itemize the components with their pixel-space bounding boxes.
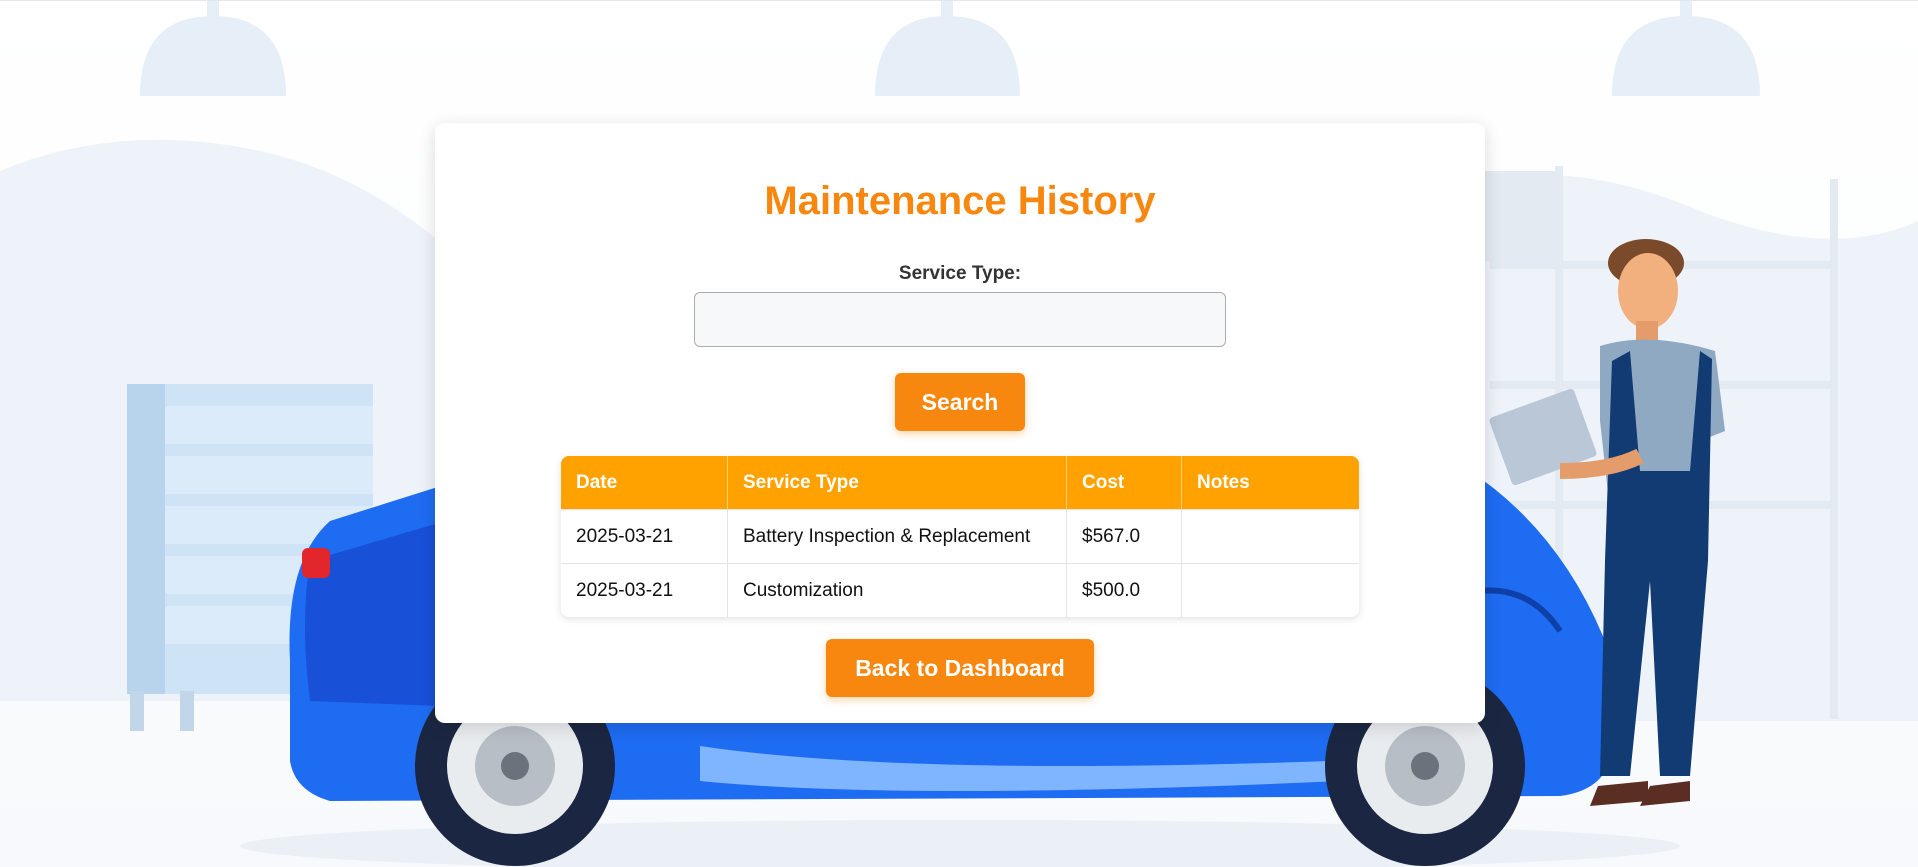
search-button[interactable]: Search: [895, 373, 1025, 431]
cell-date: 2025-03-21: [561, 509, 728, 564]
cell-service-type: Battery Inspection & Replacement: [727, 509, 1067, 564]
column-header-service-type: Service Type: [727, 456, 1067, 510]
cell-cost: $567.0: [1066, 509, 1182, 564]
column-header-notes: Notes: [1181, 456, 1359, 510]
table-header-row: Date Service Type Cost Notes: [561, 456, 1359, 510]
cell-service-type: Customization: [727, 563, 1067, 617]
cell-notes: [1181, 563, 1359, 617]
back-to-dashboard-button[interactable]: Back to Dashboard: [826, 639, 1094, 697]
service-type-input[interactable]: [694, 292, 1226, 347]
service-type-label: Service Type:: [898, 263, 1022, 284]
table-row: 2025-03-21 Customization $500.0: [561, 563, 1359, 617]
ceiling-lamps: [140, 1, 1760, 96]
page-title: Maintenance History: [764, 179, 1156, 223]
cell-date: 2025-03-21: [561, 563, 728, 617]
column-header-date: Date: [561, 456, 728, 510]
page-stage: Maintenance History Service Type: Search…: [0, 0, 1918, 867]
column-header-cost: Cost: [1066, 456, 1182, 510]
cell-notes: [1181, 509, 1359, 564]
maintenance-history-card: Maintenance History Service Type: Search…: [435, 123, 1485, 723]
cell-cost: $500.0: [1066, 563, 1182, 617]
maintenance-table: Date Service Type Cost Notes 2025-03-21 …: [561, 456, 1359, 617]
table-row: 2025-03-21 Battery Inspection & Replacem…: [561, 509, 1359, 564]
